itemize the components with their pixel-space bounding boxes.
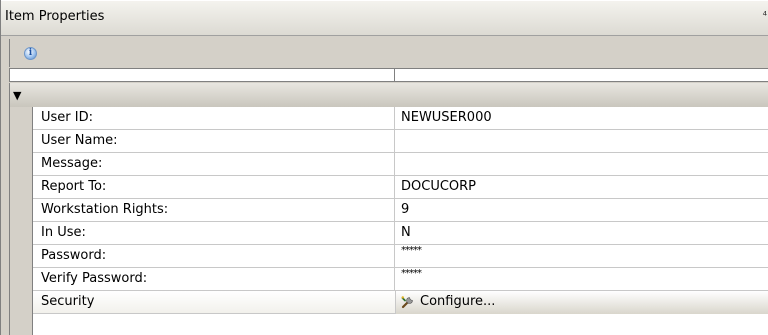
collapse-arrow-icon[interactable]: ▼ (13, 89, 21, 102)
property-label: Report To: (41, 179, 107, 194)
property-label: Workstation Rights: (41, 202, 169, 217)
property-row-user-name[interactable]: User Name: (33, 130, 768, 153)
property-grid: User ID: NEWUSER000 User Name: Message: … (9, 107, 768, 335)
property-row-in-use[interactable]: In Use: N (33, 222, 768, 245)
property-row-report-to[interactable]: Report To: DOCUCORP (33, 176, 768, 199)
row-divider (394, 176, 395, 199)
row-divider (394, 130, 395, 153)
row-divider (394, 222, 395, 245)
configure-label: Configure... (420, 294, 496, 309)
configure-button[interactable]: Configure... (395, 291, 768, 314)
password-value[interactable]: ***** (401, 245, 422, 256)
property-label: Password: (41, 248, 107, 263)
property-row-workstation-rights[interactable]: Workstation Rights: 9 (33, 199, 768, 222)
row-divider (394, 268, 395, 291)
property-row-user-id[interactable]: User ID: NEWUSER000 (33, 107, 768, 130)
panel-titlebar: Item Properties ⁴ (1, 0, 768, 36)
user-id-value[interactable]: NEWUSER000 (401, 110, 492, 125)
property-row-message[interactable]: Message: (33, 153, 768, 176)
info-icon[interactable]: i (24, 47, 37, 60)
column-divider[interactable] (394, 69, 395, 81)
properties-toolbar: i (9, 39, 768, 67)
verify-password-value[interactable]: ***** (401, 268, 422, 279)
pin-icon[interactable]: ⁴ (763, 9, 767, 22)
in-use-value[interactable]: N (401, 225, 411, 240)
property-label: Message: (41, 156, 103, 171)
row-divider (394, 153, 395, 176)
item-properties-panel: Item Properties ⁴ i ▼ User ID: NEWUSER00… (0, 0, 768, 335)
row-divider (394, 199, 395, 222)
property-label: Security (41, 294, 95, 309)
property-row-security[interactable]: Security Configure... (33, 291, 768, 314)
property-label: User ID: (41, 110, 93, 125)
category-row[interactable]: ▼ (9, 83, 768, 107)
property-row-verify-password[interactable]: Verify Password: ***** (33, 268, 768, 291)
property-label: User Name: (41, 133, 118, 148)
property-row-password[interactable]: Password: ***** (33, 245, 768, 268)
panel-title: Item Properties (5, 9, 105, 24)
property-label: In Use: (41, 225, 86, 240)
row-divider (394, 245, 395, 268)
wrench-icon (401, 296, 413, 309)
grid-gutter (10, 107, 33, 335)
grid-header-row (9, 68, 768, 82)
property-label: Verify Password: (41, 271, 148, 286)
workstation-rights-value[interactable]: 9 (401, 202, 409, 217)
report-to-value[interactable]: DOCUCORP (401, 179, 476, 194)
row-divider (394, 107, 395, 130)
